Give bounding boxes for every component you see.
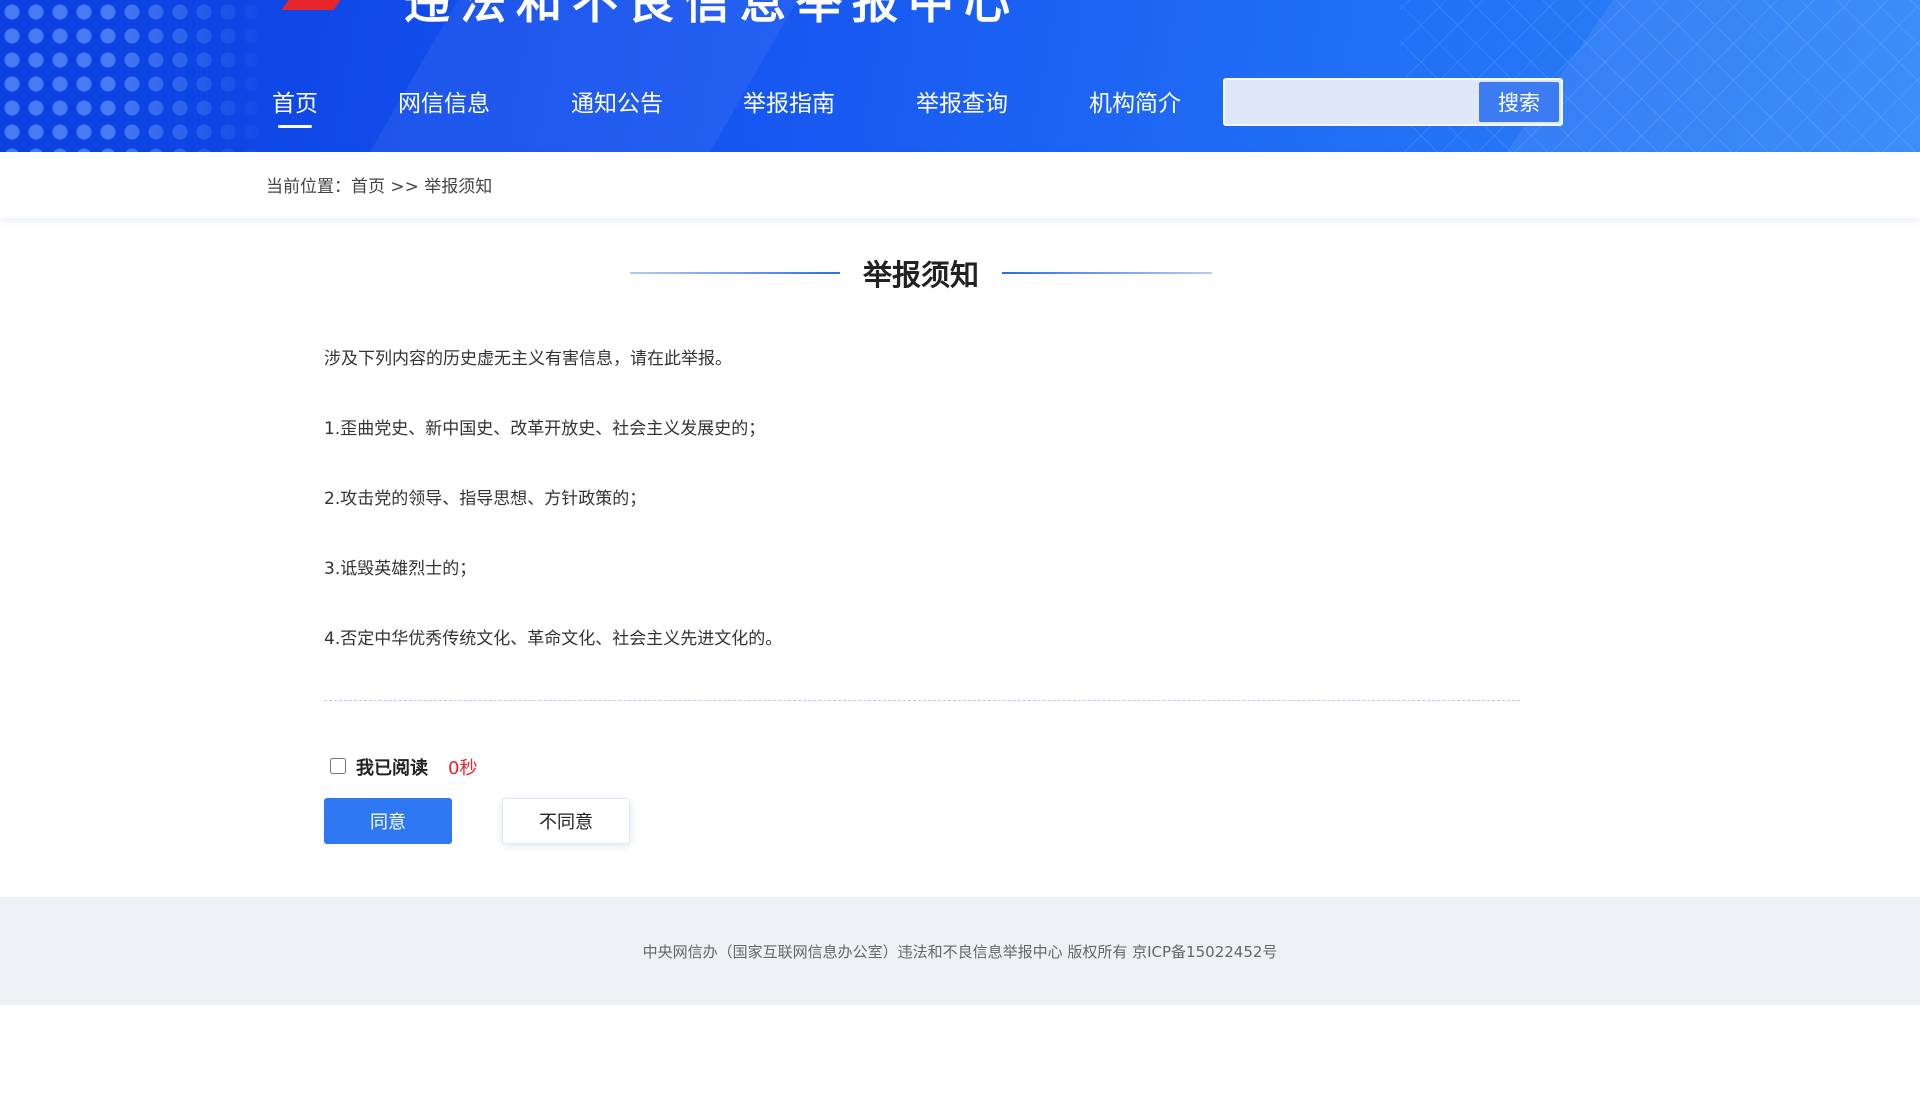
search-input[interactable] — [1225, 80, 1483, 124]
read-label: 我已阅读 — [356, 758, 428, 779]
search-button[interactable]: 搜索 — [1479, 82, 1559, 122]
content-divider — [324, 700, 1520, 701]
notice-item: 1.歪曲党史、新中国史、改革开放史、社会主义发展史的； — [324, 419, 766, 439]
nav-item-home[interactable]: 首页 — [272, 84, 318, 128]
countdown-timer: 0秒 — [448, 758, 478, 779]
nav-item-report-guide[interactable]: 举报指南 — [743, 84, 835, 118]
nav-item-notices[interactable]: 通知公告 — [571, 84, 663, 118]
notice-item: 4.否定中华优秀传统文化、革命文化、社会主义先进文化的。 — [324, 629, 783, 649]
nav-item-cyber-info[interactable]: 网信信息 — [398, 84, 490, 118]
breadcrumb: 当前位置：首页 >> 举报须知 — [266, 177, 493, 197]
nav-item-about[interactable]: 机构简介 — [1089, 84, 1181, 118]
title-decoration-line — [1002, 272, 1212, 274]
site-title: 违法和不良信息举报中心 — [404, 0, 1020, 29]
site-header: 违法和不良信息举报中心 首页 网信信息 通知公告 举报指南 举报查询 机构简介 … — [0, 0, 1920, 152]
disagree-button[interactable]: 不同意 — [502, 798, 630, 844]
notice-item: 3.诋毁英雄烈士的； — [324, 559, 477, 579]
site-footer: 中央网信办（国家互联网信息办公室）违法和不良信息举报中心 版权所有 京ICP备1… — [0, 897, 1920, 1005]
notice-item: 2.攻击党的领导、指导思想、方针政策的； — [324, 489, 647, 509]
header-mesh-pattern — [1400, 0, 1920, 152]
read-checkbox[interactable] — [330, 758, 346, 774]
search-box: 搜索 — [1223, 78, 1563, 126]
red-slash-logo-icon — [281, 0, 355, 10]
page-title-block: 举报须知 — [630, 248, 1212, 298]
header-dot-pattern — [0, 0, 270, 152]
footer-copyright: 中央网信办（国家互联网信息办公室）违法和不良信息举报中心 版权所有 京ICP备1… — [642, 943, 1278, 961]
breadcrumb-bar: 当前位置：首页 >> 举报须知 — [0, 152, 1920, 218]
agree-button[interactable]: 同意 — [324, 798, 452, 844]
notice-intro: 涉及下列内容的历史虚无主义有害信息，请在此举报。 — [324, 349, 732, 369]
nav-item-report-query[interactable]: 举报查询 — [916, 84, 1008, 118]
